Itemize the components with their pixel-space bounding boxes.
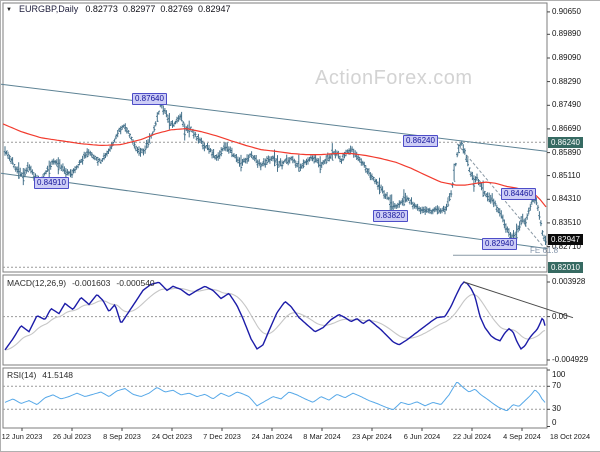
price-annotation[interactable]: 0.86240 — [403, 135, 438, 147]
price-axis-highlight: 0.82010 — [548, 262, 583, 273]
chart-canvas[interactable] — [1, 1, 600, 451]
close-value: 0.82947 — [197, 4, 231, 14]
price-annotation[interactable]: 0.84460 — [501, 188, 536, 200]
date-axis-label: 6 Jun 2024 — [403, 432, 441, 441]
fib-extension-label[interactable]: FE 61.8 — [530, 246, 558, 255]
macd-indicator-label: MACD(12,26,9) -0.001603 -0.000540 — [7, 278, 155, 288]
date-axis-label: 8 Mar 2024 — [303, 432, 341, 441]
rsi-indicator-label: RSI(14) 41.5148 — [7, 370, 73, 380]
price-axis-tick: 0.83510 — [552, 218, 581, 227]
date-axis-label: 23 Apr 2024 — [352, 432, 392, 441]
price-annotation[interactable]: 0.87640 — [132, 93, 167, 105]
price-annotation[interactable]: 0.83820 — [373, 210, 408, 222]
rsi-axis-tick: 70 — [552, 381, 561, 390]
open-value: 0.82773 — [85, 4, 118, 14]
price-axis-highlight: 0.82947 — [548, 234, 583, 245]
symbol-label: EURGBP,Daily — [18, 4, 79, 14]
rsi-name: RSI(14) — [7, 370, 37, 380]
price-annotation[interactable]: 0.84910 — [34, 177, 69, 189]
date-axis-label: 24 Oct 2023 — [151, 432, 193, 441]
price-axis-tick: 0.87490 — [552, 100, 581, 109]
price-annotation[interactable]: 0.82940 — [482, 238, 517, 250]
price-axis-tick: 0.85110 — [552, 171, 581, 180]
macd-axis-tick: 0.00 — [552, 312, 568, 321]
date-axis-label: 7 Dec 2023 — [203, 432, 241, 441]
collapse-icon[interactable]: ▼ — [6, 6, 12, 13]
rsi-axis-tick: 30 — [552, 404, 561, 413]
low-value: 0.82769 — [160, 4, 193, 14]
macd-axis-tick: -0.004929 — [552, 355, 589, 364]
price-axis-tick: 0.90650 — [552, 7, 581, 16]
macd-axis-tick: 0.003928 — [552, 277, 586, 286]
date-axis-label: 22 Jul 2024 — [452, 432, 492, 441]
date-axis-label: 18 Oct 2024 — [549, 432, 591, 441]
trading-chart-window: ▼ EURGBP,Daily 0.82773 0.82977 0.82769 0… — [0, 0, 600, 452]
price-axis-tick: 0.89890 — [552, 29, 581, 38]
macd-value-signal: -0.000540 — [116, 278, 155, 288]
date-axis-label: 12 Jun 2023 — [1, 432, 43, 441]
date-axis-label: 24 Jan 2024 — [251, 432, 293, 441]
date-axis-label: 8 Sep 2023 — [103, 432, 141, 441]
macd-value-main: -0.001603 — [72, 278, 111, 288]
price-axis-tick: 0.84310 — [552, 194, 581, 203]
rsi-value: 41.5148 — [42, 370, 74, 380]
date-axis-label: 26 Jul 2023 — [52, 432, 92, 441]
price-axis-tick: 0.86690 — [552, 124, 581, 133]
price-axis-tick: 0.89090 — [552, 53, 581, 62]
rsi-axis-tick: 0 — [552, 418, 557, 427]
rsi-axis-tick: 100 — [552, 370, 566, 379]
price-axis-tick: 0.85890 — [552, 148, 581, 157]
ohlc-values: 0.82773 0.82977 0.82769 0.82947 — [85, 4, 230, 14]
price-axis-tick: 0.88290 — [552, 77, 581, 86]
macd-name: MACD(12,26,9) — [7, 278, 67, 288]
high-value: 0.82977 — [122, 4, 156, 14]
price-axis-highlight: 0.86240 — [548, 137, 583, 148]
symbol-header: ▼ EURGBP,Daily 0.82773 0.82977 0.82769 0… — [6, 4, 231, 14]
